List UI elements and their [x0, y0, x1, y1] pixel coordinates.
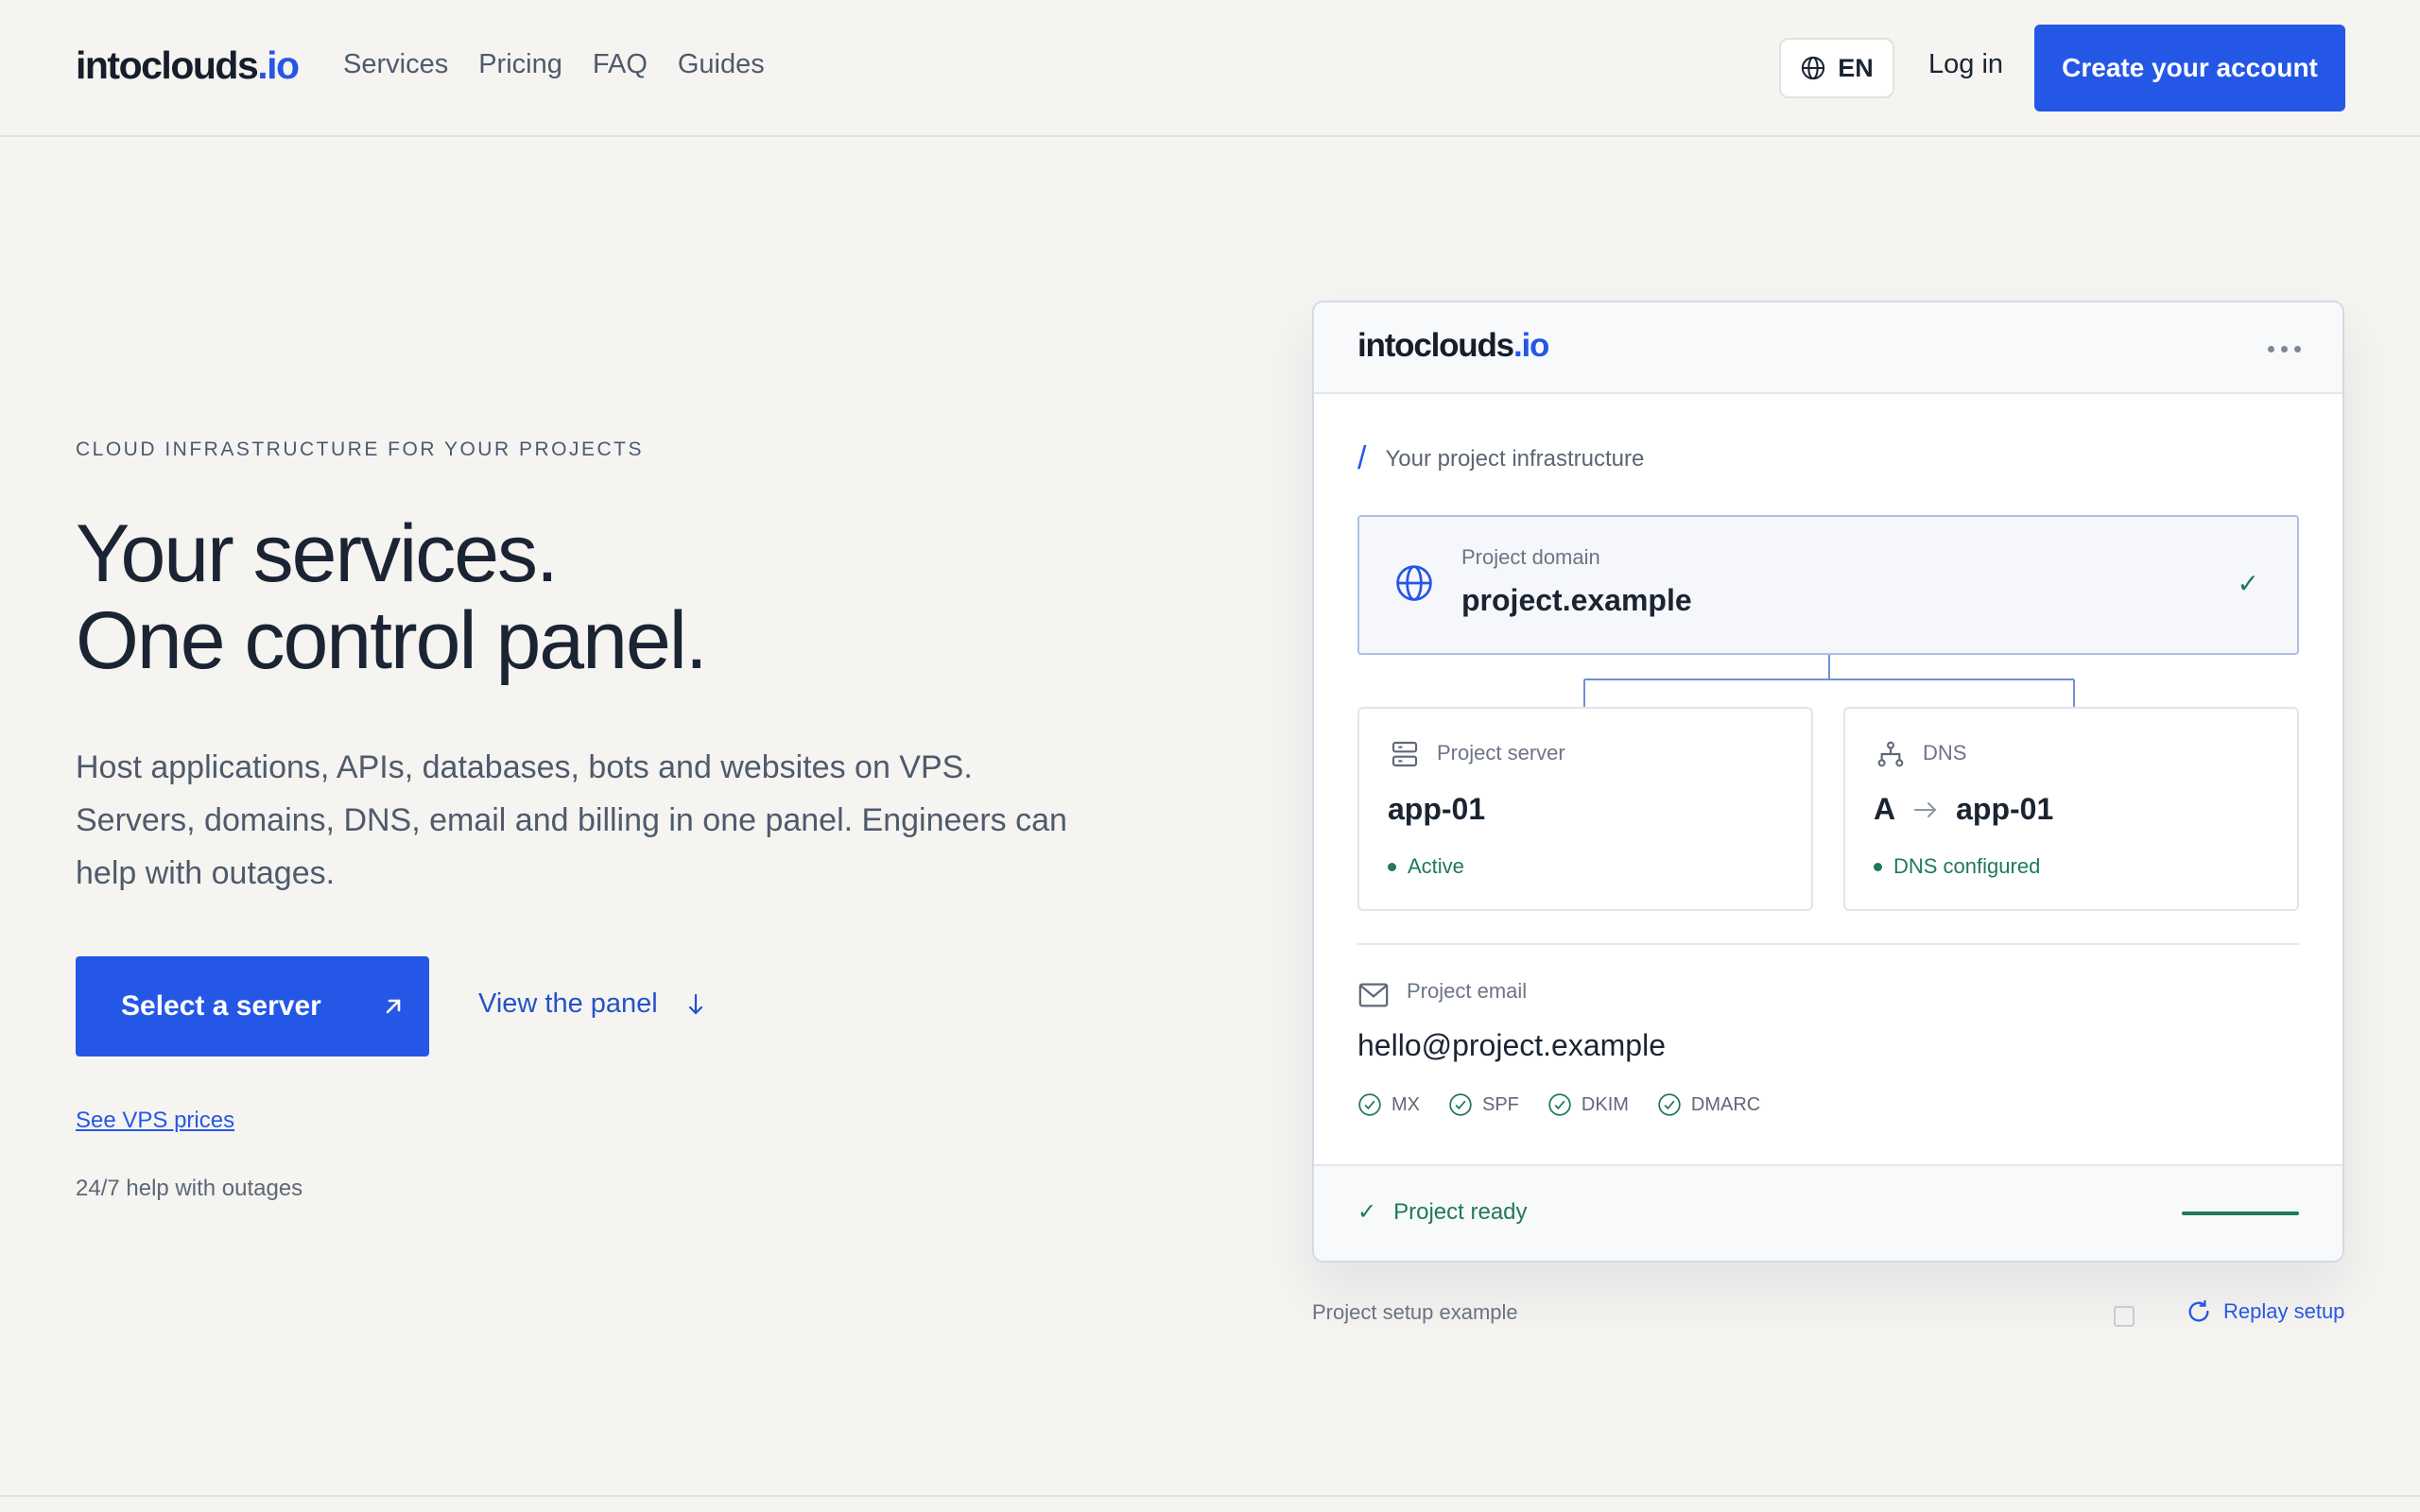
record-dkim: DKIM: [1547, 1092, 1629, 1117]
nav-services[interactable]: Services: [343, 49, 448, 80]
server-name: app-01: [1388, 792, 1486, 826]
network-icon: [1877, 741, 1904, 767]
dns-status: DNS configured: [1874, 854, 2040, 879]
server-value: app-01: [1388, 792, 1485, 827]
record-mx: MX: [1357, 1092, 1420, 1117]
select-server-button[interactable]: Select a server: [76, 956, 429, 1057]
globe-icon: [1396, 565, 1432, 601]
hero-headline: Your services. One control panel.: [76, 508, 708, 686]
dns-label: DNS: [1923, 741, 1967, 765]
panel-logo-tld: .io: [1512, 327, 1549, 364]
login-link[interactable]: Log in: [1928, 49, 2003, 80]
check-circle-icon: [1658, 1093, 1681, 1116]
panel-footer: ✓ Project ready: [1314, 1164, 2342, 1261]
language-label: EN: [1838, 53, 1874, 82]
globe-icon: [1802, 56, 1825, 80]
dns-record-type: A: [1874, 792, 1896, 826]
dns-status-label: DNS configured: [1893, 854, 2041, 878]
replay-label: Replay setup: [2223, 1299, 2345, 1323]
server-label: Project server: [1437, 741, 1565, 765]
domain-label: Project domain: [1461, 545, 1600, 569]
record-label: SPF: [1482, 1093, 1519, 1115]
nav-guides[interactable]: Guides: [678, 49, 765, 80]
email-records: MX SPF DKIM DMARC: [1357, 1092, 1760, 1117]
record-label: MX: [1392, 1093, 1420, 1115]
panel-divider: [1357, 943, 2299, 945]
status-dot-icon: [1388, 862, 1396, 871]
arrow-down-icon: [688, 993, 702, 1015]
panel-topbar: intoclouds.io: [1314, 302, 2342, 394]
site-logo[interactable]: intoclouds.io: [76, 43, 300, 88]
server-status: Active: [1388, 854, 1464, 879]
arrow-up-right-icon: [386, 999, 401, 1014]
more-icon[interactable]: [2268, 346, 2301, 352]
panel-logo-name: intoclouds: [1357, 327, 1514, 364]
progress-bar: [2182, 1211, 2299, 1215]
view-panel-link[interactable]: View the panel: [478, 988, 705, 1020]
view-panel-label: View the panel: [478, 988, 658, 1019]
arrow-right-icon: [1914, 801, 1937, 817]
select-server-label: Select a server: [121, 990, 321, 1022]
nav-faq[interactable]: FAQ: [593, 49, 648, 80]
logo-name: intoclouds: [76, 43, 259, 87]
panel-preview: intoclouds.io / Your project infrastruct…: [1312, 301, 2344, 1263]
domain-value: project.example: [1461, 583, 1692, 617]
pause-toggle[interactable]: [2114, 1306, 2135, 1327]
refresh-icon: [2188, 1299, 2209, 1322]
mail-icon: [1358, 983, 1389, 1007]
hero-lead: Host applications, APIs, databases, bots…: [76, 749, 1067, 891]
section-divider: [0, 1495, 2420, 1497]
check-circle-icon: [1548, 1093, 1571, 1116]
record-label: DMARC: [1690, 1093, 1761, 1115]
check-circle-icon: [1449, 1093, 1472, 1116]
headline-line-1: Your services.: [76, 508, 559, 599]
nav-pricing[interactable]: Pricing: [478, 49, 562, 80]
site-header: intoclouds.io Services Pricing FAQ Guide…: [0, 0, 2420, 137]
breadcrumb-label: Your project infrastructure: [1385, 445, 1645, 472]
dns-value: A app-01: [1874, 792, 2053, 827]
dns-card: DNS A app-01 DNS configured: [1843, 707, 2299, 911]
check-icon: ✓: [1357, 1199, 1377, 1225]
replay-setup-button[interactable]: Replay setup: [2186, 1298, 2344, 1325]
project-server-card: Project server app-01 Active: [1357, 707, 1813, 911]
record-dmarc: DMARC: [1657, 1092, 1760, 1117]
check-circle-icon: [1358, 1093, 1381, 1116]
check-icon: ✓: [2237, 569, 2259, 598]
language-switcher[interactable]: EN: [1779, 38, 1894, 98]
help-note: 24/7 help with outages: [76, 1176, 303, 1201]
panel-breadcrumb: / Your project infrastructure: [1357, 440, 1644, 477]
logo-tld: .io: [257, 43, 300, 87]
record-spf: SPF: [1448, 1092, 1519, 1117]
project-ready-label: Project ready: [1393, 1198, 1528, 1225]
create-account-button[interactable]: Create your account: [2034, 25, 2345, 112]
status-dot-icon: [1874, 862, 1882, 871]
email-label: Project email: [1407, 979, 1528, 1003]
email-value: hello@project.example: [1357, 1028, 1666, 1062]
server-status-label: Active: [1408, 854, 1464, 878]
headline-line-2: One control panel.: [76, 595, 708, 686]
slash-icon: /: [1357, 440, 1367, 476]
connector-lines: [1583, 655, 2075, 708]
main-nav: Services Pricing FAQ Guides: [343, 49, 765, 80]
panel-logo: intoclouds.io: [1357, 327, 1549, 365]
project-domain-card: Project domain project.example ✓: [1357, 515, 2299, 655]
server-icon: [1392, 741, 1418, 767]
panel-caption: Project setup example: [1312, 1300, 1518, 1324]
dns-target: app-01: [1956, 792, 2054, 826]
record-label: DKIM: [1581, 1093, 1629, 1115]
see-vps-prices-link[interactable]: See VPS prices: [76, 1108, 234, 1134]
hero-eyebrow: CLOUD INFRASTRUCTURE FOR YOUR PROJECTS: [76, 438, 644, 460]
project-ready-status: ✓ Project ready: [1357, 1198, 1528, 1226]
